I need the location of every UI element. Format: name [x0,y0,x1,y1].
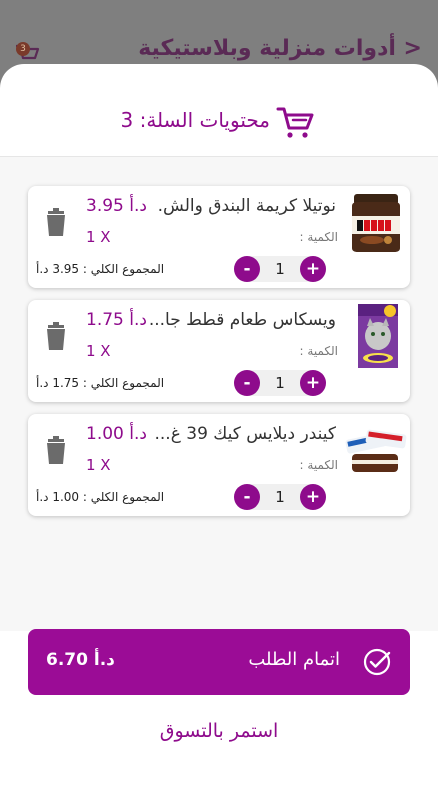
item-total: المجموع الكلي : 3.95 د.أ [36,262,165,276]
quantity-value: 1 [275,374,285,392]
checkout-label: اتمام الطلب [248,649,340,670]
quantity-value: 1 [275,260,285,278]
product-image-whiskas [344,302,408,370]
cart-items-list: نوتيلا كريمة البندق والش. 3.95 د.أ الكمي… [0,157,438,631]
checkout-total: 6.70 د.أ [46,650,115,670]
cart-header: محتويات السلة: 3 [0,64,438,157]
quantity-multiplier: 1 X [86,456,111,474]
increase-button[interactable]: + [300,370,326,396]
quantity-label: الكمية : [299,344,338,358]
cart-item-card: ويسكاس طعام قطط جا... 1.75 د.أ الكمية : … [28,300,410,402]
product-image-nutella [344,188,408,256]
cart-item-card: كيندر ديلايس كيك 39 غ... 1.00 د.أ الكمية… [28,414,410,516]
background-page-title: < أدوات منزلية وبلاستيكية [138,36,422,61]
quantity-multiplier: 1 X [86,342,111,360]
continue-shopping-link[interactable]: استمر بالتسوق [0,720,438,742]
cart-item-card: نوتيلا كريمة البندق والش. 3.95 د.أ الكمي… [28,186,410,288]
trash-icon[interactable] [42,436,70,466]
quantity-multiplier: 1 X [86,228,111,246]
decrease-button[interactable]: - [234,484,260,510]
check-circle-icon [363,648,391,676]
item-total: المجموع الكلي : 1.00 د.أ [36,490,165,504]
product-image-kinder [344,416,408,484]
cart-title: محتويات السلة: 3 [120,108,270,132]
item-price: 1.75 د.أ [86,310,147,330]
item-price: 1.00 د.أ [86,424,147,444]
increase-button[interactable]: + [300,484,326,510]
cart-sheet: محتويات السلة: 3 نوتيلا كريمة البندق وال… [0,64,438,800]
item-price: 3.95 د.أ [86,196,147,216]
checkout-button[interactable]: اتمام الطلب 6.70 د.أ [28,629,410,695]
shopping-cart-icon [276,107,314,138]
trash-icon[interactable] [42,322,70,352]
quantity-stepper: - 1 + [234,484,326,510]
decrease-button[interactable]: - [234,370,260,396]
quantity-label: الكمية : [299,230,338,244]
quantity-stepper: - 1 + [234,256,326,282]
quantity-value: 1 [275,488,285,506]
quantity-stepper: - 1 + [234,370,326,396]
decrease-button[interactable]: - [234,256,260,282]
background-cart-badge: 3 [16,42,30,56]
increase-button[interactable]: + [300,256,326,282]
trash-icon[interactable] [42,208,70,238]
item-total: المجموع الكلي : 1.75 د.أ [36,376,165,390]
quantity-label: الكمية : [299,458,338,472]
